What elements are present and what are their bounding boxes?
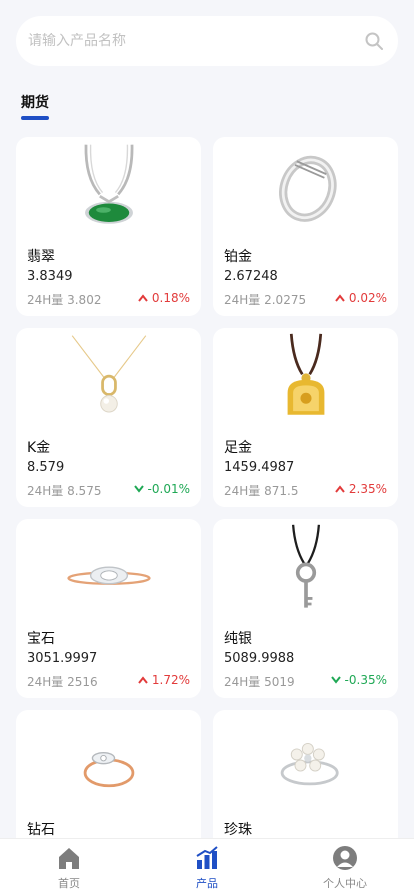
product-price: 3.8349	[27, 269, 73, 284]
change-value: 1.72%	[151, 673, 190, 687]
tab-label: 首页	[58, 877, 80, 890]
search-icon[interactable]	[364, 31, 384, 51]
product-volume: 24H量 2.0275	[224, 293, 307, 307]
product-volume: 24H量 2516	[27, 675, 98, 689]
product-change: 0.02%	[335, 291, 387, 305]
product-name: K金	[27, 440, 51, 456]
product-price: 1459.4987	[224, 460, 295, 475]
product-card[interactable]: 纯银 5089.9988 24H量 5019 -0.35%	[213, 519, 398, 698]
product-card[interactable]: 宝石 3051.9997 24H量 2516 1.72%	[16, 519, 201, 698]
chevron-down-icon	[330, 676, 341, 684]
product-card[interactable]: 翡翠 3.8349 24H量 3.802 0.18%	[16, 137, 201, 316]
pearl-flower-ring-image	[213, 710, 398, 810]
jade-necklace-image	[16, 137, 201, 237]
product-price: 5089.9988	[224, 651, 295, 666]
gold-lock-pendant-image	[213, 328, 398, 428]
product-card[interactable]: 铂金 2.67248 24H量 2.0275 0.02%	[213, 137, 398, 316]
tab-profile[interactable]: 个人中心	[276, 839, 414, 896]
product-volume: 24H量 5019	[224, 675, 295, 689]
search-input[interactable]	[28, 33, 364, 49]
product-change: 0.18%	[138, 291, 190, 305]
product-name: 翡翠	[27, 249, 55, 265]
product-change: -0.01%	[133, 482, 190, 496]
section-title[interactable]: 期货	[21, 92, 49, 112]
tab-label: 个人中心	[323, 877, 367, 890]
tab-home[interactable]: 首页	[0, 839, 138, 896]
product-price: 2.67248	[224, 269, 278, 284]
diamond-ring-image	[16, 710, 201, 810]
search-bar[interactable]	[16, 16, 398, 66]
chevron-up-icon	[335, 294, 345, 302]
platinum-ring-image	[213, 137, 398, 237]
chevron-up-icon	[335, 485, 345, 493]
silver-key-pendant-image	[213, 519, 398, 619]
product-volume: 24H量 3.802	[27, 293, 102, 307]
chart-icon	[196, 846, 218, 869]
product-card[interactable]: 足金 1459.4987 24H量 871.5 2.35%	[213, 328, 398, 507]
product-name: 宝石	[27, 631, 55, 647]
product-volume: 24H量 8.575	[27, 484, 102, 498]
product-price: 8.579	[27, 460, 65, 475]
gemstone-ring-image	[16, 519, 201, 619]
product-change: 2.35%	[335, 482, 387, 496]
chevron-down-icon	[133, 485, 144, 493]
change-value: 0.02%	[348, 291, 387, 305]
change-value: 0.18%	[151, 291, 190, 305]
change-value: -0.01%	[147, 482, 190, 496]
product-price: 3051.9997	[27, 651, 98, 666]
section-underline	[21, 116, 49, 120]
user-icon	[333, 846, 357, 870]
product-name: 足金	[224, 440, 252, 456]
product-card[interactable]: K金 8.579 24H量 8.575 -0.01%	[16, 328, 201, 507]
product-name: 珍珠	[224, 822, 252, 838]
product-name: 纯银	[224, 631, 252, 647]
tab-label: 产品	[196, 877, 218, 890]
pearl-pendant-necklace-image	[16, 328, 201, 428]
product-name: 铂金	[224, 249, 252, 265]
product-change: 1.72%	[138, 673, 190, 687]
bottom-tab-bar: 首页 产品 个人中心	[0, 838, 414, 896]
home-icon	[59, 848, 79, 869]
product-grid: 翡翠 3.8349 24H量 3.802 0.18% 铂金 2.67248 24…	[16, 137, 398, 889]
product-volume: 24H量 871.5	[224, 484, 299, 498]
chevron-up-icon	[138, 294, 148, 302]
change-value: -0.35%	[344, 673, 387, 687]
product-change: -0.35%	[330, 673, 387, 687]
chevron-up-icon	[138, 676, 148, 684]
product-name: 钻石	[27, 822, 55, 838]
tab-products[interactable]: 产品	[138, 839, 276, 896]
change-value: 2.35%	[348, 482, 387, 496]
